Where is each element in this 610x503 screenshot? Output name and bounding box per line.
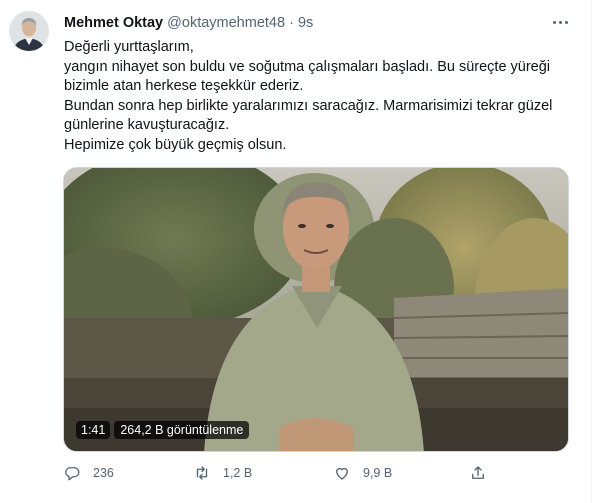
retweet-count: 1,2 B (223, 466, 253, 480)
reply-icon (65, 467, 80, 481)
video-frame (64, 168, 568, 451)
tweet-text-line: Bundan sonra hep birlikte yaralarımızı s… (64, 97, 557, 134)
video-player[interactable]: 1:41 264,2 B görüntülenme (63, 167, 569, 452)
action-bar: 236 1,2 B 9,9 B (63, 464, 493, 486)
author-name[interactable]: Mehmet Oktay (64, 15, 163, 31)
like-button[interactable]: 9,9 B (333, 464, 392, 482)
avatar[interactable] (9, 11, 49, 51)
like-icon (336, 467, 348, 480)
tweet-timestamp[interactable]: 9s (298, 15, 313, 31)
tweet-text-line: yangın nihayet son buldu ve soğutma çalı… (64, 58, 555, 95)
like-count: 9,9 B (363, 466, 393, 480)
video-view-count: 264,2 B görüntülenme (114, 421, 250, 439)
tweet-header: Mehmet Oktay @oktaymehmet48 · 9s (64, 15, 313, 31)
share-icon (472, 466, 484, 479)
tweet-text: Değerli yurttaşlarım, yangın nihayet son… (64, 38, 584, 156)
video-badge: 1:41 264,2 B görüntülenme (76, 420, 250, 440)
reply-count: 236 (93, 466, 114, 480)
share-button[interactable] (469, 464, 499, 482)
separator-dot: · (289, 15, 294, 31)
tweet-card: Mehmet Oktay @oktaymehmet48 · 9s Değerli… (0, 0, 592, 503)
more-icon[interactable] (548, 10, 572, 34)
reply-button[interactable]: 236 (63, 464, 114, 482)
tweet-text-line: Değerli yurttaşlarım, (64, 39, 194, 55)
video-duration: 1:41 (76, 421, 111, 439)
retweet-icon (196, 466, 208, 480)
retweet-button[interactable]: 1,2 B (193, 464, 252, 482)
tweet-text-line: Hepimize çok büyük geçmiş olsun. (64, 136, 287, 153)
author-handle[interactable]: @oktaymehmet48 (167, 15, 285, 31)
